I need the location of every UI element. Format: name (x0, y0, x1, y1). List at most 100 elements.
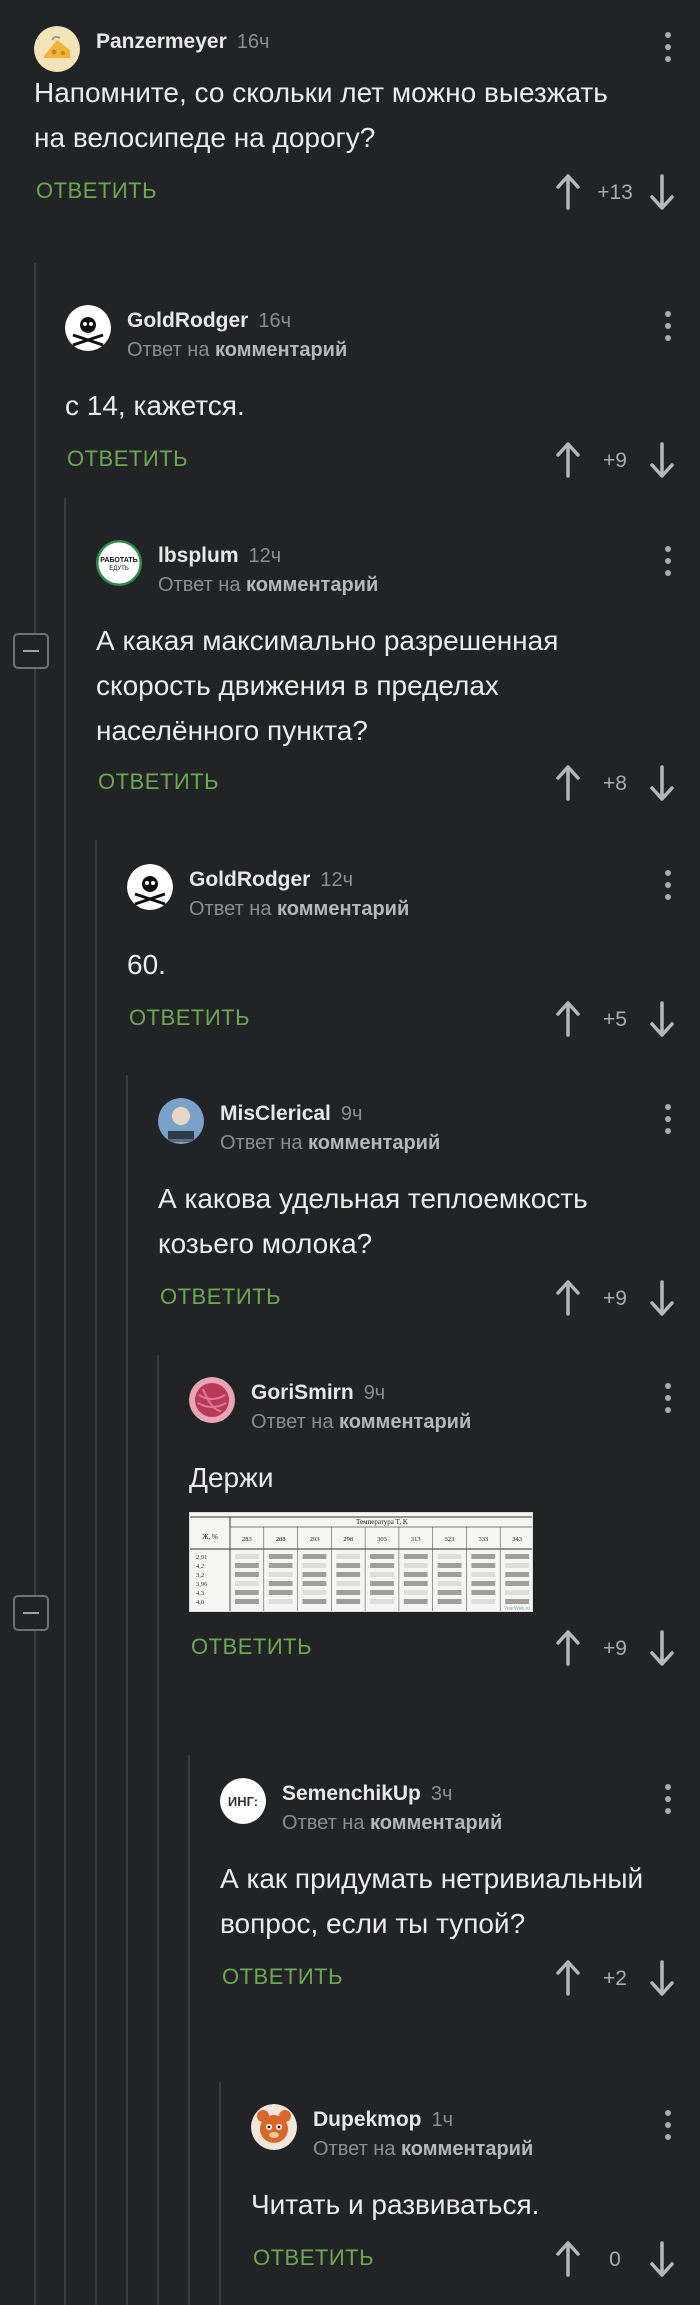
reply-target-link[interactable]: комментарий (246, 574, 378, 596)
downvote-arrow-icon[interactable] (648, 1628, 676, 1668)
more-options-icon[interactable] (664, 1383, 672, 1413)
yarn-avatar[interactable] (189, 1377, 235, 1423)
timestamp: 1ч (431, 2109, 454, 2131)
table-temp-label: 333 (478, 1536, 488, 1543)
text-logo-avatar[interactable]: ИНГ: (220, 1778, 266, 1824)
table-temp-label: 293 (310, 1536, 320, 1543)
reply-button[interactable]: ОТВЕТИТЬ (191, 1634, 312, 1660)
timestamp: 16ч (236, 31, 270, 53)
upvote-arrow-icon[interactable] (554, 999, 582, 1039)
username[interactable]: GoriSmirn 9ч (251, 1381, 385, 1405)
table-cell (235, 1563, 259, 1568)
comment-text: А какая максимально разрешенная скорость… (96, 625, 559, 746)
table-cell (302, 1599, 327, 1604)
more-options-icon[interactable] (664, 870, 672, 900)
table-row-label: 3,2 (196, 1572, 204, 1579)
jolly-roger-avatar[interactable] (65, 305, 111, 351)
upvote-arrow-icon[interactable] (554, 1278, 582, 1318)
table-temp-label: 283 (242, 1536, 252, 1543)
table-cell (370, 1599, 394, 1604)
comment: GoldRodger 12ч Ответ на комментарий 60. О… (127, 864, 700, 1043)
username[interactable]: lbsplum 12ч (158, 544, 281, 568)
badge-avatar[interactable]: РАБОТАТЬ ЕДУТЬ (96, 540, 142, 586)
vote-score: +9 (603, 1637, 627, 1660)
table-cell (505, 1599, 529, 1604)
table-cell (437, 1599, 462, 1604)
reply-button[interactable]: ОТВЕТИТЬ (36, 178, 157, 204)
table-cell (370, 1554, 394, 1559)
cartoon-avatar[interactable] (251, 2104, 297, 2150)
table-row-label: 4,3 (196, 1590, 204, 1597)
reply-button[interactable]: ОТВЕТИТЬ (160, 1284, 281, 1310)
reply-button[interactable]: ОТВЕТИТЬ (253, 2245, 374, 2271)
table-cell (268, 1599, 293, 1604)
more-options-icon[interactable] (664, 1104, 672, 1134)
upvote-arrow-icon[interactable] (554, 763, 582, 803)
downvote-arrow-icon[interactable] (648, 1278, 676, 1318)
collapse-thread-button[interactable] (13, 1595, 49, 1631)
reply-target-link[interactable]: комментарий (215, 339, 347, 361)
upvote-arrow-icon[interactable] (554, 440, 582, 480)
reply-meta: Ответ на комментарий (158, 574, 379, 596)
username[interactable]: Panzermeyer 16ч (96, 30, 269, 54)
cheese-avatar[interactable] (34, 26, 80, 72)
table-cell (505, 1554, 529, 1559)
more-options-icon[interactable] (664, 311, 672, 341)
downvote-arrow-icon[interactable] (648, 172, 676, 212)
username[interactable]: GoldRodger 16ч (127, 309, 291, 333)
username[interactable]: SemenchikUp 3ч (282, 1782, 452, 1806)
table-cell (403, 1554, 428, 1559)
table-cell (403, 1572, 428, 1577)
more-options-icon[interactable] (664, 2110, 672, 2140)
vote-score: +2 (603, 1967, 627, 1990)
table-cell (505, 1590, 529, 1595)
svg-text:ЕДУТЬ: ЕДУТЬ (109, 566, 129, 572)
comment: GoriSmirn 9ч Ответ на комментарий Держи Т… (189, 1377, 700, 1672)
table-cell (505, 1563, 529, 1568)
table-cell (302, 1590, 327, 1595)
reply-target-link[interactable]: комментарий (339, 1411, 471, 1433)
downvote-arrow-icon[interactable] (648, 2239, 676, 2279)
username[interactable]: MisClerical 9ч (220, 1102, 362, 1126)
upvote-arrow-icon[interactable] (554, 1628, 582, 1668)
table-cell (268, 1554, 293, 1559)
table-row-label: 4,2 (196, 1563, 204, 1570)
reply-target-link[interactable]: комментарий (401, 2138, 533, 2160)
timestamp: 12ч (320, 869, 353, 891)
reply-button[interactable]: ОТВЕТИТЬ (98, 769, 219, 795)
table-cell (437, 1554, 462, 1559)
comment-text: А как придумать нетривиальный вопрос, ес… (220, 1863, 644, 1939)
table-cell (505, 1581, 529, 1586)
more-options-icon[interactable] (664, 546, 672, 576)
attached-table-image[interactable]: Температура T, K Ж, % 283 288 293 298 303 313… (189, 1512, 533, 1612)
table-cell (336, 1599, 361, 1604)
upvote-arrow-icon[interactable] (554, 172, 582, 212)
reply-button[interactable]: ОТВЕТИТЬ (67, 446, 188, 472)
username[interactable]: GoldRodger 12ч (189, 868, 353, 892)
reply-button[interactable]: ОТВЕТИТЬ (222, 1964, 343, 1990)
comment: Dupekmop 1ч Ответ на комментарий Читать и… (251, 2104, 700, 2283)
reply-button[interactable]: ОТВЕТИТЬ (129, 1005, 250, 1031)
downvote-arrow-icon[interactable] (648, 999, 676, 1039)
jolly-roger-avatar[interactable] (127, 864, 173, 910)
downvote-arrow-icon[interactable] (648, 763, 676, 803)
reply-target-link[interactable]: комментарий (370, 1812, 502, 1834)
collapse-thread-button[interactable] (13, 633, 49, 669)
reply-target-link[interactable]: комментарий (277, 898, 409, 920)
downvote-arrow-icon[interactable] (648, 1958, 676, 1998)
table-cell (336, 1581, 361, 1586)
specific-heat-table-image: Температура T, K Ж, % 283 288 293 298 303 313… (190, 1513, 532, 1611)
table-cell (268, 1572, 293, 1577)
username[interactable]: Dupekmop 1ч (313, 2108, 453, 2132)
table-cell (302, 1554, 327, 1559)
timestamp: 12ч (248, 545, 282, 567)
more-options-icon[interactable] (664, 1784, 672, 1814)
downvote-arrow-icon[interactable] (648, 440, 676, 480)
upvote-arrow-icon[interactable] (554, 2239, 582, 2279)
upvote-arrow-icon[interactable] (554, 1958, 582, 1998)
photo-avatar[interactable] (158, 1098, 204, 1144)
reply-target-link[interactable]: комментарий (308, 1132, 440, 1154)
table-cell (471, 1572, 496, 1577)
thread-line (157, 1355, 159, 2305)
more-options-icon[interactable] (664, 32, 672, 62)
